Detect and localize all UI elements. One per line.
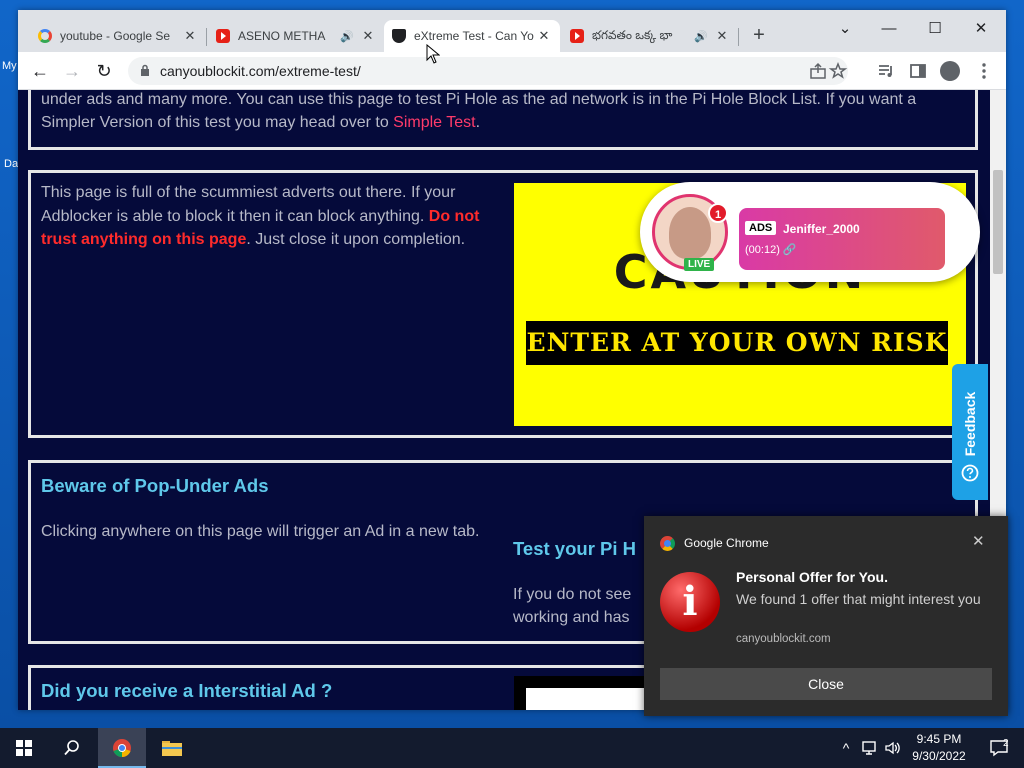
profile-avatar[interactable] bbox=[940, 61, 960, 81]
browser-toolbar: ← → ↻ canyoublockit.com/extreme-test/ bbox=[18, 52, 1006, 90]
search-icon bbox=[64, 740, 79, 756]
notification-title: Personal Offer for You. bbox=[736, 569, 888, 585]
tab-search-icon[interactable]: ⌄ bbox=[828, 16, 862, 42]
live-timer: (00:12) 🔗 bbox=[745, 244, 797, 256]
bookmark-star-icon[interactable] bbox=[828, 61, 848, 81]
new-tab-button[interactable]: + bbox=[748, 24, 770, 46]
tray-overflow-icon[interactable]: ^ bbox=[836, 728, 856, 768]
url-text: canyoublockit.com/extreme-test/ bbox=[160, 63, 361, 79]
close-tab-icon[interactable]: ✕ bbox=[536, 28, 552, 44]
interstitial-heading: Did you receive a Interstitial Ad ? bbox=[41, 680, 333, 701]
share-icon[interactable] bbox=[808, 61, 828, 81]
youtube-icon bbox=[216, 29, 230, 43]
folder-icon bbox=[162, 741, 182, 756]
google-icon bbox=[38, 29, 52, 43]
taskbar-chrome[interactable] bbox=[98, 728, 146, 768]
tab-extreme-test[interactable]: eXtreme Test - Can Yo ✕ bbox=[384, 20, 560, 52]
info-icon: i bbox=[660, 572, 720, 632]
ads-tag: ADS bbox=[745, 221, 777, 235]
tab-youtube-search[interactable]: youtube - Google Se ✕ bbox=[30, 20, 206, 52]
tab-aseno-metha[interactable]: ASENO METHA 🔊 ✕ bbox=[208, 20, 384, 52]
feedback-label: Feedback bbox=[962, 391, 978, 457]
caution-subtitle: ENTER AT YOUR OWN RISK bbox=[526, 321, 948, 365]
tab-title: ASENO METHA bbox=[238, 29, 326, 43]
desktop-label: Da bbox=[4, 158, 19, 170]
media-control-icon[interactable] bbox=[876, 61, 896, 81]
intro-text-2: Simpler Version of this test you may hea… bbox=[41, 111, 981, 135]
notification-source: canyoublockit.com bbox=[736, 633, 831, 645]
intro-text-post: . bbox=[475, 114, 481, 131]
audio-icon[interactable]: 🔊 bbox=[694, 30, 708, 43]
popunder-heading: Beware of Pop-Under Ads bbox=[41, 475, 269, 496]
tab-title: eXtreme Test - Can Yo bbox=[414, 29, 534, 43]
close-tab-icon[interactable]: ✕ bbox=[360, 28, 376, 44]
address-bar[interactable]: canyoublockit.com/extreme-test/ bbox=[128, 57, 848, 85]
audio-icon[interactable]: 🔊 bbox=[340, 30, 354, 43]
system-clock[interactable]: 9:45 PM 9/30/2022 bbox=[908, 731, 970, 765]
side-panel-icon[interactable] bbox=[908, 61, 928, 81]
chrome-icon bbox=[113, 739, 131, 757]
pihole-heading: Test your Pi H bbox=[513, 538, 637, 559]
tab-strip: youtube - Google Se ✕ ASENO METHA 🔊 ✕ eX… bbox=[18, 10, 1006, 52]
live-username: Jeniffer_2000 bbox=[783, 222, 860, 236]
taskbar: ^ 9:45 PM 9/30/2022 2 bbox=[0, 728, 1024, 768]
youtube-icon bbox=[570, 29, 584, 43]
volume-icon[interactable] bbox=[884, 740, 902, 756]
clock-date: 9/30/2022 bbox=[912, 749, 966, 763]
help-chat-icon bbox=[961, 464, 979, 482]
warning-text-2: . Just close it upon completion. bbox=[246, 231, 466, 248]
scrollbar-thumb[interactable] bbox=[993, 170, 1003, 274]
network-icon[interactable] bbox=[862, 740, 880, 756]
notification-count: 2 bbox=[1003, 738, 1009, 749]
notification-body: We found 1 offer that might interest you bbox=[736, 591, 981, 607]
chrome-icon bbox=[660, 536, 675, 551]
live-ad-card[interactable]: ADS Jeniffer_2000 (00:12) 🔗 bbox=[739, 208, 945, 270]
notification-close-button[interactable]: Close bbox=[660, 668, 992, 700]
notification-count-badge: 1 bbox=[708, 203, 728, 223]
live-badge: LIVE bbox=[684, 258, 715, 271]
shield-icon bbox=[392, 29, 406, 43]
taskbar-file-explorer[interactable] bbox=[148, 728, 196, 768]
tab-bhagavatam[interactable]: భగవతం ఒక్క భా 🔊 ✕ bbox=[562, 20, 738, 52]
popunder-text: Clicking anywhere on this page will trig… bbox=[41, 523, 480, 540]
back-button[interactable]: ← bbox=[28, 59, 52, 83]
feedback-tab[interactable]: Feedback bbox=[952, 364, 988, 500]
mouse-cursor-icon bbox=[426, 44, 440, 64]
reload-button[interactable]: ↻ bbox=[92, 59, 116, 83]
minimize-button[interactable]: — bbox=[872, 16, 906, 42]
close-tab-icon[interactable]: ✕ bbox=[714, 28, 730, 44]
forward-button[interactable]: → bbox=[60, 59, 84, 83]
lock-icon[interactable] bbox=[140, 64, 150, 76]
warning-text-1: This page is full of the scummiest adver… bbox=[41, 184, 456, 225]
search-button[interactable] bbox=[48, 728, 96, 768]
clock-time: 9:45 PM bbox=[916, 732, 962, 746]
warning-text: This page is full of the scummiest adver… bbox=[41, 181, 496, 252]
menu-kebab-icon[interactable] bbox=[974, 61, 994, 81]
action-center-button[interactable]: 2 bbox=[976, 728, 1024, 768]
desktop-label: My bbox=[2, 60, 17, 72]
tab-title: youtube - Google Se bbox=[60, 29, 171, 43]
tab-title: భగవతం ఒక్క భా bbox=[592, 27, 673, 42]
chrome-notification[interactable]: Google Chrome ✕ i Personal Offer for You… bbox=[644, 516, 1008, 716]
intro-text: under ads and many more. You can use thi… bbox=[41, 91, 917, 108]
windows-logo-icon bbox=[16, 740, 32, 756]
notification-dismiss-icon[interactable]: ✕ bbox=[972, 532, 985, 550]
intro-text-pre: Simpler Version of this test you may hea… bbox=[41, 114, 394, 131]
avatar-photo bbox=[669, 207, 711, 259]
close-tab-icon[interactable]: ✕ bbox=[182, 28, 198, 44]
close-window-button[interactable]: ✕ bbox=[964, 16, 998, 42]
live-ad-popup[interactable]: 1 LIVE ADS Jeniffer_2000 (00:12) 🔗 bbox=[640, 182, 980, 282]
simple-test-link[interactable]: Simple Test bbox=[393, 114, 475, 131]
start-button[interactable] bbox=[0, 728, 48, 768]
maximize-button[interactable]: ☐ bbox=[918, 16, 952, 42]
notification-app-name: Google Chrome bbox=[684, 536, 769, 550]
